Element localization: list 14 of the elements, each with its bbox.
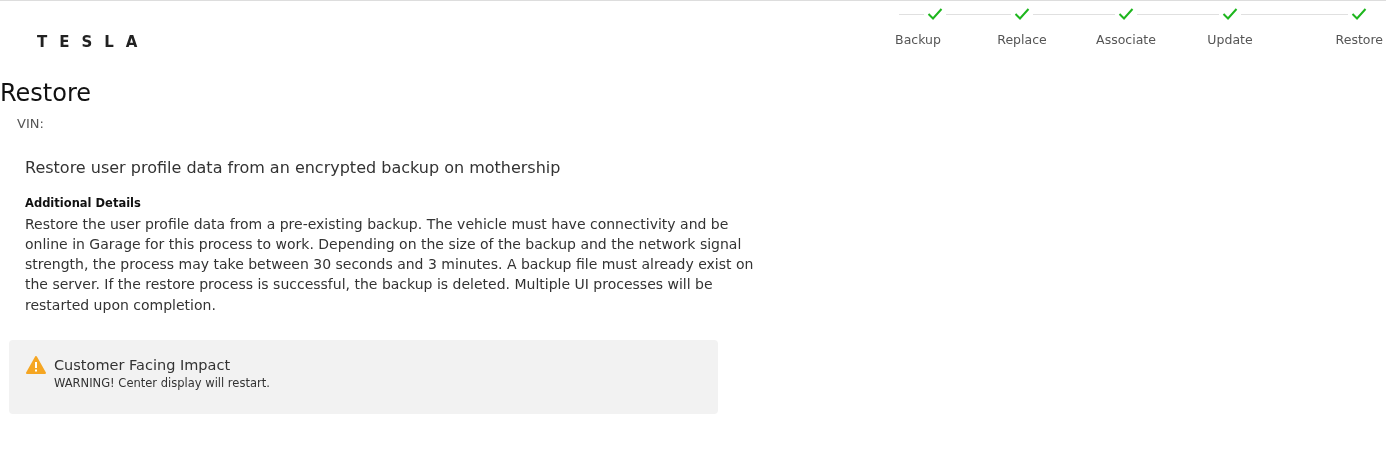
details-heading: Additional Details <box>25 194 142 212</box>
warning-icon <box>26 355 46 374</box>
page-title: Restore <box>0 78 93 108</box>
step-label: Associate <box>1096 31 1156 49</box>
impact-message: WARNING! Center display will restart. <box>54 374 270 391</box>
step-label: Restore <box>1335 31 1383 49</box>
logo: TESLA <box>37 33 150 51</box>
step-label: Replace <box>997 31 1047 49</box>
impact-title: Customer Facing Impact <box>54 355 232 375</box>
details-text: Restore the user profile data from a pre-existing backup. The vehicle must have connectivity and be online in Garage for this process to work. Depending on the size of the backup and the network signal strength, the process may take between 30 seconds and 3 minutes. A backup file must already exist on the server. If the restore process is successful, the backup is deleted. Multiple UI processes will be restarted upon completion. <box>25 214 755 315</box>
step-label: Backup <box>895 31 941 49</box>
vin-label: VIN: <box>17 115 45 133</box>
step-label: Update <box>1207 31 1253 49</box>
summary-text: Restore user profile data from an encrypted backup on mothership <box>25 156 562 179</box>
